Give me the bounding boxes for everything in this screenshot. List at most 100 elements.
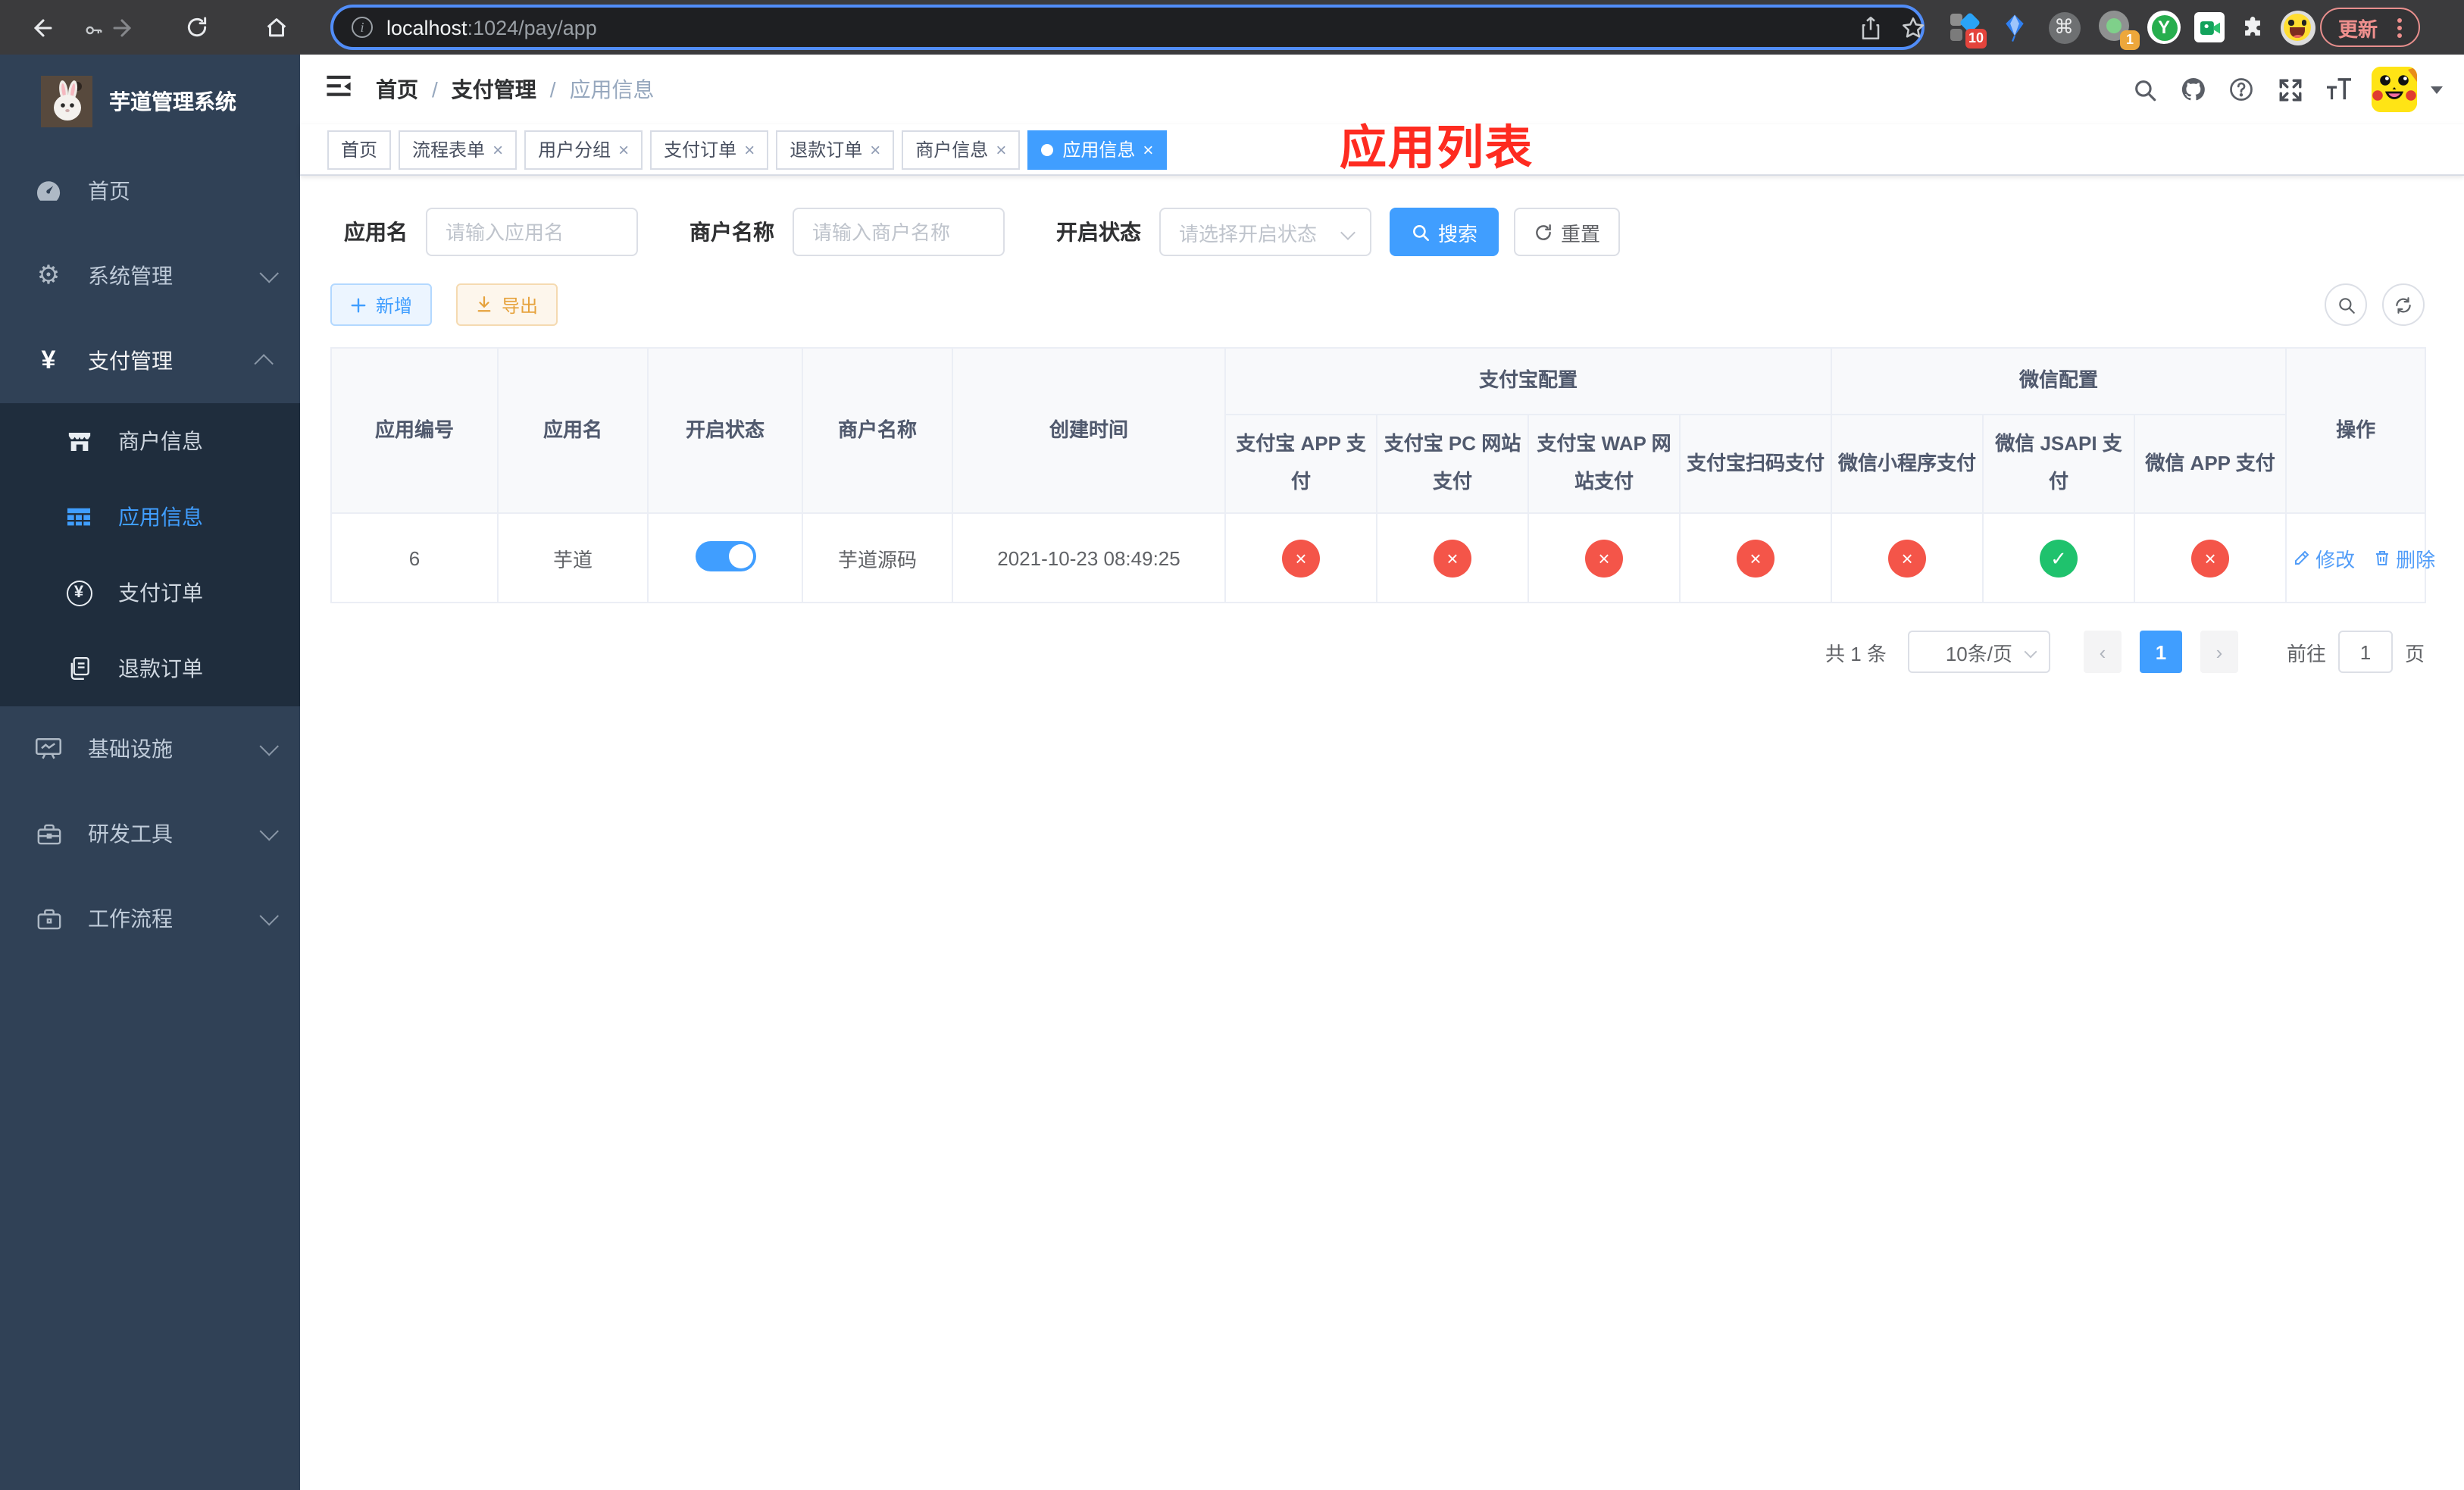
table-tools	[2325, 283, 2425, 326]
avatar-caret-icon[interactable]	[2431, 86, 2443, 93]
forward-icon[interactable]	[103, 9, 139, 45]
sidebar-item-workflow[interactable]: 工作流程	[0, 876, 300, 961]
status-icon: ×	[1585, 539, 1623, 577]
breadcrumb-home[interactable]: 首页	[376, 74, 418, 105]
yen-icon: ¥	[41, 346, 56, 374]
extension-y-icon[interactable]: Y	[2146, 9, 2182, 45]
col-header-status: 开启状态	[647, 347, 803, 514]
sidebar: 芋道管理系统 首页 ⚙ 系统管理 ¥ 支付管理 商户信息 应用信息 ¥ 支付订单…	[0, 55, 300, 1490]
merchant-name-input[interactable]	[793, 208, 1005, 256]
edit-link[interactable]: 修改	[2293, 543, 2355, 572]
extension-recorder-icon[interactable]: 1	[2097, 9, 2140, 50]
header-icons	[2120, 55, 2443, 124]
tab-user-group[interactable]: 用户分组 ×	[524, 130, 643, 169]
tab-pay-order[interactable]: 支付订单 ×	[650, 130, 769, 169]
github-icon[interactable]	[2169, 76, 2217, 103]
close-icon[interactable]: ×	[618, 140, 629, 158]
search-button[interactable]: 搜索	[1390, 208, 1499, 256]
page-number-1[interactable]: 1	[2139, 631, 2182, 673]
home-icon[interactable]	[258, 9, 294, 45]
close-icon[interactable]: ×	[1143, 140, 1153, 158]
browser-update-button[interactable]: 更新	[2320, 8, 2421, 47]
fullscreen-icon[interactable]	[2265, 77, 2314, 102]
total-count: 共 1 条	[1825, 642, 1887, 665]
briefcase-icon	[30, 907, 67, 930]
refresh-icon[interactable]	[2382, 283, 2425, 326]
close-icon[interactable]: ×	[996, 140, 1006, 158]
tab-merchant-info[interactable]: 商户信息 ×	[902, 130, 1021, 169]
tab-home[interactable]: 首页	[327, 130, 392, 169]
close-icon[interactable]: ×	[492, 140, 503, 158]
page-info-icon[interactable]: i	[352, 17, 373, 38]
main-area: 首页 / 支付管理 / 应用信息 应用列表 首页 流程表单 × 用户分组 × 支…	[300, 55, 2464, 1490]
col-header-merchant: 商户名称	[802, 347, 953, 514]
filter-form: 应用名 商户名称 开启状态 请选择开启状态 搜索 重置	[344, 208, 2464, 256]
prev-page-button[interactable]: ‹	[2083, 631, 2122, 673]
bookmark-star-icon[interactable]	[1894, 9, 1931, 45]
delete-link[interactable]: 删除	[2373, 543, 2435, 572]
logo-row[interactable]: 芋道管理系统	[0, 55, 300, 149]
col-header-wx-jsapi: 微信 JSAPI 支付	[1982, 414, 2136, 514]
payment-submenu: 商户信息 应用信息 ¥ 支付订单 退款订单	[0, 403, 300, 706]
table-toolbar: 新增 导出	[330, 283, 2425, 326]
sidebar-item-infrastructure[interactable]: 基础设施	[0, 706, 300, 791]
col-header-wx-mini: 微信小程序支付	[1831, 414, 1984, 514]
sidebar-item-refund-order[interactable]: 退款订单	[0, 631, 300, 706]
sidebar-item-label: 工作流程	[88, 906, 173, 931]
tab-refund-order[interactable]: 退款订单 ×	[776, 130, 895, 169]
col-header-alipay-qr: 支付宝扫码支付	[1678, 414, 1833, 514]
cell-status	[647, 512, 803, 603]
sidebar-item-home[interactable]: 首页	[0, 149, 300, 233]
add-button[interactable]: 新增	[330, 283, 433, 326]
sidebar-item-pay-order[interactable]: ¥ 支付订单	[0, 555, 300, 631]
chevron-up-icon	[254, 353, 274, 373]
goto-page-input[interactable]	[2337, 631, 2393, 673]
tab-app-info[interactable]: 应用信息 ×	[1027, 130, 1168, 169]
cell-wx-mini: ×	[1831, 512, 1984, 603]
col-header-alipay-app: 支付宝 APP 支付	[1224, 414, 1377, 514]
url-bar[interactable]: i localhost:1024/pay/app	[86, 5, 1925, 50]
pagination: 共 1 条 10条/页 ‹ 1 › 前往 页	[330, 631, 2425, 673]
sidebar-item-label: 退款订单	[118, 656, 203, 681]
extension-meeting-icon[interactable]	[2191, 9, 2228, 45]
sidebar-item-payment[interactable]: ¥ 支付管理	[0, 318, 300, 403]
sidebar-item-merchant-info[interactable]: 商户信息	[0, 403, 300, 479]
export-button[interactable]: 导出	[456, 283, 558, 326]
url-text[interactable]: localhost:1024/pay/app	[386, 16, 597, 39]
help-icon[interactable]	[2217, 76, 2265, 103]
hide-search-icon[interactable]	[2325, 283, 2367, 326]
collapse-sidebar-icon[interactable]	[326, 74, 352, 106]
search-icon[interactable]	[2120, 77, 2169, 102]
extension-tasks-icon[interactable]: 10	[1946, 9, 1987, 49]
reset-button[interactable]: 重置	[1514, 208, 1621, 256]
extension-kite-icon[interactable]	[1996, 9, 2032, 45]
status-select[interactable]: 请选择开启状态	[1159, 208, 1371, 256]
extension-emoji-icon[interactable]	[2279, 9, 2315, 45]
font-size-icon[interactable]	[2314, 77, 2362, 102]
page-size-select[interactable]: 10条/页	[1907, 631, 2050, 673]
extension-command-icon[interactable]: ⌘	[2046, 9, 2082, 45]
enable-toggle[interactable]	[695, 540, 755, 571]
breadcrumb-pay[interactable]: 支付管理	[452, 74, 536, 105]
status-icon: ✓	[2040, 539, 2078, 577]
close-icon[interactable]: ×	[744, 140, 755, 158]
merchant-name-label: 商户名称	[689, 220, 774, 244]
back-icon[interactable]	[24, 9, 61, 45]
tab-process-form[interactable]: 流程表单 ×	[399, 130, 518, 169]
app-name-label: 应用名	[344, 220, 408, 244]
browser-menu-icon[interactable]	[2397, 25, 2403, 30]
sidebar-item-app-info[interactable]: 应用信息	[0, 479, 300, 555]
extensions-puzzle-icon[interactable]	[2234, 9, 2270, 45]
password-key-icon[interactable]	[82, 20, 106, 49]
cell-wx-app: ×	[2134, 512, 2287, 603]
share-icon[interactable]	[1852, 9, 1888, 45]
sidebar-item-system[interactable]: ⚙ 系统管理	[0, 233, 300, 318]
close-icon[interactable]: ×	[870, 140, 880, 158]
user-avatar[interactable]	[2372, 67, 2417, 112]
monitor-chart-icon	[30, 737, 67, 761]
next-page-button[interactable]: ›	[2200, 631, 2238, 673]
app-name-input[interactable]	[426, 208, 638, 256]
sidebar-item-dev-tools[interactable]: 研发工具	[0, 791, 300, 876]
reload-icon[interactable]	[179, 9, 215, 45]
cell-id: 6	[330, 512, 499, 603]
